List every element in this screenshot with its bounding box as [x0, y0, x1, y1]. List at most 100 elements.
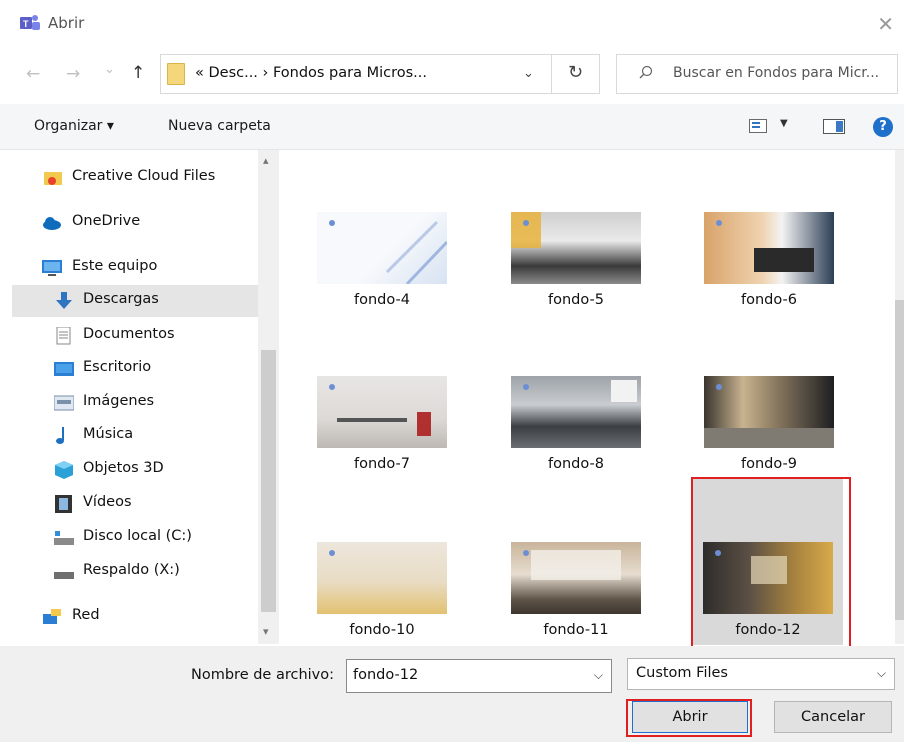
file-type-dropdown-icon[interactable]: ⌵ [877, 666, 886, 681]
forward-arrow-icon[interactable]: → [66, 64, 80, 84]
back-arrow-icon[interactable]: ← [26, 64, 40, 84]
file-name: fondo-4 [354, 292, 410, 308]
svg-text:T: T [23, 19, 29, 29]
close-icon[interactable]: ✕ [877, 12, 894, 36]
computer-icon [42, 260, 62, 276]
file-thumbnail [317, 376, 447, 448]
command-toolbar: Organizar ▾ Nueva carpeta [0, 104, 904, 150]
sidebar-item-3d-objects[interactable]: Objetos 3D [12, 454, 258, 486]
address-bar[interactable]: « Desc... › Fondos para Micros... [160, 54, 600, 94]
view-options-dropdown-icon[interactable]: ▼ [780, 118, 788, 129]
sidebar-item-label: Este equipo [72, 258, 158, 274]
sidebar-item-label: Descargas [83, 291, 159, 307]
sidebar-item-label: Vídeos [83, 494, 132, 510]
sidebar-item-label: Música [83, 426, 134, 442]
scroll-down-icon[interactable]: ▾ [263, 625, 269, 638]
file-tile-fondo-5[interactable]: fondo-5 [495, 202, 645, 362]
file-marker-dot [715, 550, 721, 556]
cancel-button[interactable]: Cancelar [774, 701, 892, 733]
title-bar: T Abrir ✕ [0, 0, 904, 48]
file-marker-dot [523, 384, 529, 390]
file-thumbnail [317, 542, 447, 614]
file-tile-fondo-8[interactable]: fondo-8 [495, 366, 645, 526]
file-marker-dot [329, 550, 335, 556]
search-input[interactable]: Buscar en Fondos para Micr... [616, 54, 898, 94]
file-thumbnail [704, 376, 834, 448]
file-name: fondo-8 [548, 456, 604, 472]
address-dropdown-icon[interactable]: ⌄ [523, 66, 534, 81]
sidebar-item-label: Disco local (C:) [83, 528, 192, 544]
recent-locations-icon[interactable]: ⌄ [104, 62, 115, 77]
organize-menu[interactable]: Organizar ▾ [34, 118, 114, 134]
refresh-icon[interactable]: ↻ [568, 62, 583, 83]
file-name: fondo-9 [741, 456, 797, 472]
file-type-select[interactable]: Custom Files ⌵ [627, 658, 895, 690]
filename-label: Nombre de archivo: [191, 667, 335, 683]
file-name: fondo-5 [548, 292, 604, 308]
search-placeholder: Buscar en Fondos para Micr... [673, 65, 880, 81]
sidebar-item-network[interactable]: Red [12, 601, 258, 633]
scroll-up-icon[interactable]: ▴ [263, 154, 269, 167]
scrollbar-thumb[interactable] [895, 300, 904, 620]
open-button-highlight [626, 699, 752, 737]
sidebar-item-pictures[interactable]: Imágenes [12, 387, 258, 419]
sidebar-item-local-disk[interactable]: Disco local (C:) [12, 522, 258, 554]
file-tile-fondo-4[interactable]: fondo-4 [301, 202, 451, 362]
file-marker-dot [329, 384, 335, 390]
file-thumbnail [511, 376, 641, 448]
pictures-icon [54, 395, 74, 411]
address-separator [551, 54, 552, 94]
filename-history-dropdown-icon[interactable]: ⌵ [594, 668, 603, 683]
file-list-scrollbar[interactable] [895, 150, 904, 644]
file-name: fondo-11 [543, 622, 609, 638]
up-arrow-icon[interactable]: ↑ [131, 63, 145, 83]
file-tile-fondo-7[interactable]: fondo-7 [301, 366, 451, 526]
scrollbar-thumb[interactable] [261, 350, 276, 612]
cube-icon [55, 461, 73, 479]
help-icon[interactable]: ? [873, 117, 893, 137]
folder-icon [167, 63, 185, 85]
creative-cloud-folder-icon [44, 172, 62, 185]
file-name: fondo-6 [741, 292, 797, 308]
file-tile-fondo-6[interactable]: fondo-6 [688, 202, 838, 362]
sidebar-item-downloads[interactable]: Descargas [12, 285, 258, 317]
file-thumbnail [704, 212, 834, 284]
change-view-icon[interactable] [749, 119, 767, 133]
file-type-value: Custom Files [636, 665, 728, 681]
onedrive-cloud-icon [43, 217, 61, 230]
address-path[interactable]: « Desc... › Fondos para Micros... [195, 65, 427, 81]
file-thumbnail [511, 212, 641, 284]
network-icon [43, 609, 61, 624]
filename-input[interactable]: fondo-12 ⌵ [346, 659, 612, 693]
sidebar-item-backup-drive[interactable]: Respaldo (X:) [12, 556, 258, 588]
sidebar-item-videos[interactable]: Vídeos [12, 488, 258, 520]
sidebar-item-label: Objetos 3D [83, 460, 164, 476]
file-marker-dot [523, 550, 529, 556]
download-arrow-icon [56, 292, 72, 309]
sidebar-item-creative-cloud[interactable]: Creative Cloud Files [12, 162, 258, 194]
file-name: fondo-10 [349, 622, 415, 638]
sidebar-scrollbar[interactable]: ▴ ▾ [258, 150, 279, 644]
sidebar-item-desktop[interactable]: Escritorio [12, 353, 258, 385]
sidebar-item-this-pc[interactable]: Este equipo [12, 252, 258, 284]
file-marker-dot [523, 220, 529, 226]
sidebar-item-label: Imágenes [83, 393, 155, 409]
sidebar-item-onedrive[interactable]: OneDrive [12, 207, 258, 239]
selected-file-highlight [691, 477, 851, 649]
sidebar-item-music[interactable]: Música [12, 420, 258, 452]
new-folder-button[interactable]: Nueva carpeta [168, 118, 271, 134]
sidebar-item-documents[interactable]: Documentos [12, 320, 258, 352]
window-title: Abrir [48, 14, 85, 32]
search-icon [639, 65, 653, 79]
sidebar-item-label: Documentos [83, 326, 175, 342]
file-marker-dot [716, 384, 722, 390]
film-icon [55, 495, 72, 513]
document-icon [56, 327, 71, 345]
file-thumbnail [317, 212, 447, 284]
sidebar-item-label: Creative Cloud Files [72, 168, 216, 184]
teams-app-icon: T [20, 15, 40, 30]
drive-icon [54, 572, 74, 579]
sidebar-item-label: Red [72, 607, 100, 623]
file-thumbnail [511, 542, 641, 614]
preview-pane-icon[interactable] [823, 119, 845, 134]
